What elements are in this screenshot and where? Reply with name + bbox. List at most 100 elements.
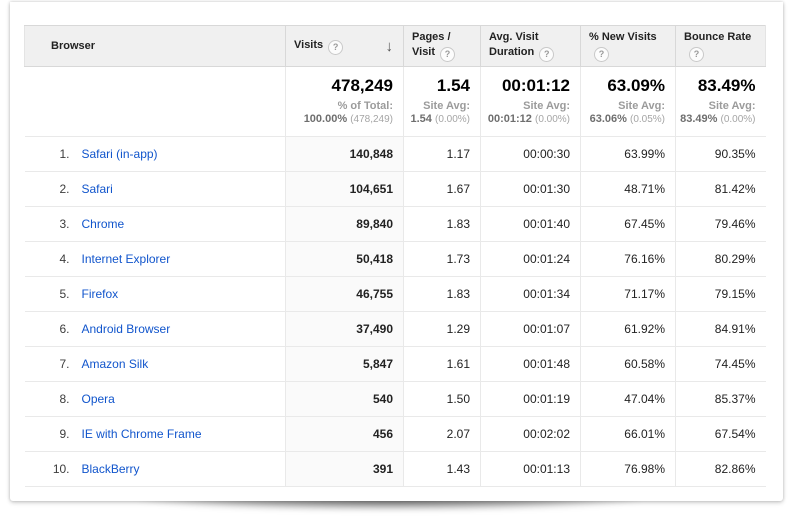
- row-rank: 9.: [25, 427, 70, 441]
- row-rank: 4.: [25, 252, 70, 266]
- summary-caption: Site Avg:: [680, 100, 756, 112]
- table-row: 4.Internet Explorer 50,418 1.73 00:01:24…: [25, 242, 766, 277]
- browser-link[interactable]: Safari (in-app): [82, 147, 158, 161]
- bounce-rate-cell: 79.15%: [676, 277, 766, 312]
- summary-value: 1.54: [408, 76, 470, 96]
- column-header-avg-visit-duration[interactable]: Avg. Visit Duration?: [481, 26, 581, 67]
- visits-cell: 140,848: [286, 137, 404, 172]
- sort-descending-icon: ↓: [386, 39, 396, 54]
- row-rank: 10.: [25, 462, 70, 476]
- column-header-label: % New Visits?: [589, 31, 657, 58]
- summary-caption: Site Avg:: [585, 100, 665, 112]
- pages-visit-cell: 1.67: [404, 172, 481, 207]
- summary-avg: 63.06%: [590, 113, 627, 125]
- new-visits-cell: 67.45%: [581, 207, 676, 242]
- avg-duration-cell: 00:01:07: [481, 312, 581, 347]
- table-row: 10.BlackBerry 391 1.43 00:01:13 76.98% 8…: [25, 452, 766, 487]
- visits-cell: 391: [286, 452, 404, 487]
- browser-link[interactable]: Chrome: [82, 217, 125, 231]
- avg-duration-cell: 00:01:13: [481, 452, 581, 487]
- summary-avg: 100.00%: [304, 113, 347, 125]
- avg-duration-cell: 00:01:30: [481, 172, 581, 207]
- column-header-pages-visit[interactable]: Pages / Visit?: [404, 26, 481, 67]
- avg-duration-cell: 00:01:34: [481, 277, 581, 312]
- help-icon[interactable]: ?: [328, 40, 343, 55]
- new-visits-cell: 71.17%: [581, 277, 676, 312]
- table-row: 3.Chrome 89,840 1.83 00:01:40 67.45% 79.…: [25, 207, 766, 242]
- bounce-rate-cell: 82.86%: [676, 452, 766, 487]
- bounce-rate-cell: 81.42%: [676, 172, 766, 207]
- row-rank: 2.: [25, 182, 70, 196]
- table-row: 8. Opera 540 1.50 00:01:19 47.04% 85.37%: [25, 382, 766, 417]
- column-header-bounce-rate[interactable]: Bounce Rate?: [676, 26, 766, 67]
- pages-visit-cell: 1.29: [404, 312, 481, 347]
- new-visits-cell: 47.04%: [581, 382, 676, 417]
- summary-delta: (478,249): [350, 114, 393, 125]
- column-header-label: Bounce Rate?: [684, 31, 751, 58]
- browser-link[interactable]: Opera: [82, 392, 115, 406]
- summary-value: 478,249: [290, 76, 393, 96]
- column-header-label: Avg. Visit Duration?: [489, 31, 554, 58]
- column-header-browser[interactable]: Browser: [25, 26, 286, 67]
- browser-link[interactable]: Firefox: [82, 287, 119, 301]
- bounce-rate-cell: 85.37%: [676, 382, 766, 417]
- summary-bounce-rate: 83.49% Site Avg: 83.49% (0.00%): [676, 67, 766, 137]
- summary-caption: Site Avg:: [485, 100, 570, 112]
- table-header: Browser Visits? ↓ Pages / Visit? Avg. Vi…: [25, 26, 766, 67]
- table-row: 6.Android Browser 37,490 1.29 00:01:07 6…: [25, 312, 766, 347]
- browser-link[interactable]: IE with Chrome Frame: [82, 427, 202, 441]
- summary-row-group: 478,249 % of Total: 100.00% (478,249) 1.…: [25, 67, 766, 137]
- browser-link[interactable]: BlackBerry: [82, 462, 140, 476]
- visits-cell: 89,840: [286, 207, 404, 242]
- row-rank: 5.: [25, 287, 70, 301]
- pages-visit-cell: 1.50: [404, 382, 481, 417]
- visits-cell: 540: [286, 382, 404, 417]
- new-visits-cell: 76.16%: [581, 242, 676, 277]
- summary-caption: % of Total:: [290, 100, 393, 112]
- column-header-visits[interactable]: Visits? ↓: [286, 26, 404, 67]
- summary-caption: Site Avg:: [408, 100, 470, 112]
- browser-link[interactable]: Internet Explorer: [82, 252, 171, 266]
- table-row: 5.Firefox 46,755 1.83 00:01:34 71.17% 79…: [25, 277, 766, 312]
- bounce-rate-cell: 80.29%: [676, 242, 766, 277]
- bounce-rate-cell: 84.91%: [676, 312, 766, 347]
- row-rank: 3.: [25, 217, 70, 231]
- new-visits-cell: 60.58%: [581, 347, 676, 382]
- help-icon[interactable]: ?: [689, 47, 704, 62]
- visits-cell: 104,651: [286, 172, 404, 207]
- pages-visit-cell: 1.83: [404, 207, 481, 242]
- help-icon[interactable]: ?: [440, 47, 455, 62]
- bounce-rate-cell: 67.54%: [676, 417, 766, 452]
- pages-visit-cell: 1.83: [404, 277, 481, 312]
- help-icon[interactable]: ?: [594, 47, 609, 62]
- new-visits-cell: 66.01%: [581, 417, 676, 452]
- avg-duration-cell: 00:01:19: [481, 382, 581, 417]
- summary-avg: 00:01:12: [488, 113, 532, 125]
- summary-browser-empty: [25, 67, 286, 137]
- table-row: 7.Amazon Silk 5,847 1.61 00:01:48 60.58%…: [25, 347, 766, 382]
- avg-duration-cell: 00:01:48: [481, 347, 581, 382]
- visits-cell: 5,847: [286, 347, 404, 382]
- summary-avg: 83.49%: [680, 113, 717, 125]
- summary-value: 63.09%: [585, 76, 665, 96]
- summary-value: 00:01:12: [485, 76, 570, 96]
- row-rank: 6.: [25, 322, 70, 336]
- visits-cell: 50,418: [286, 242, 404, 277]
- browser-link[interactable]: Amazon Silk: [82, 357, 149, 371]
- row-rank: 8.: [25, 392, 70, 406]
- table-row: 2.Safari 104,651 1.67 00:01:30 48.71% 81…: [25, 172, 766, 207]
- browser-link[interactable]: Android Browser: [82, 322, 171, 336]
- bounce-rate-cell: 90.35%: [676, 137, 766, 172]
- avg-duration-cell: 00:01:24: [481, 242, 581, 277]
- row-rank: 1.: [25, 147, 70, 161]
- avg-duration-cell: 00:00:30: [481, 137, 581, 172]
- help-icon[interactable]: ?: [539, 47, 554, 62]
- analytics-table-screenshot: Browser Visits? ↓ Pages / Visit? Avg. Vi…: [0, 0, 797, 528]
- summary-new-visits: 63.09% Site Avg: 63.06% (0.05%): [581, 67, 676, 137]
- column-header-label: Visits?: [294, 38, 343, 55]
- browser-link[interactable]: Safari: [82, 182, 113, 196]
- column-header-new-visits[interactable]: % New Visits?: [581, 26, 676, 67]
- avg-duration-cell: 00:02:02: [481, 417, 581, 452]
- browser-stats-table: Browser Visits? ↓ Pages / Visit? Avg. Vi…: [24, 25, 766, 487]
- summary-delta: (0.00%): [535, 114, 570, 125]
